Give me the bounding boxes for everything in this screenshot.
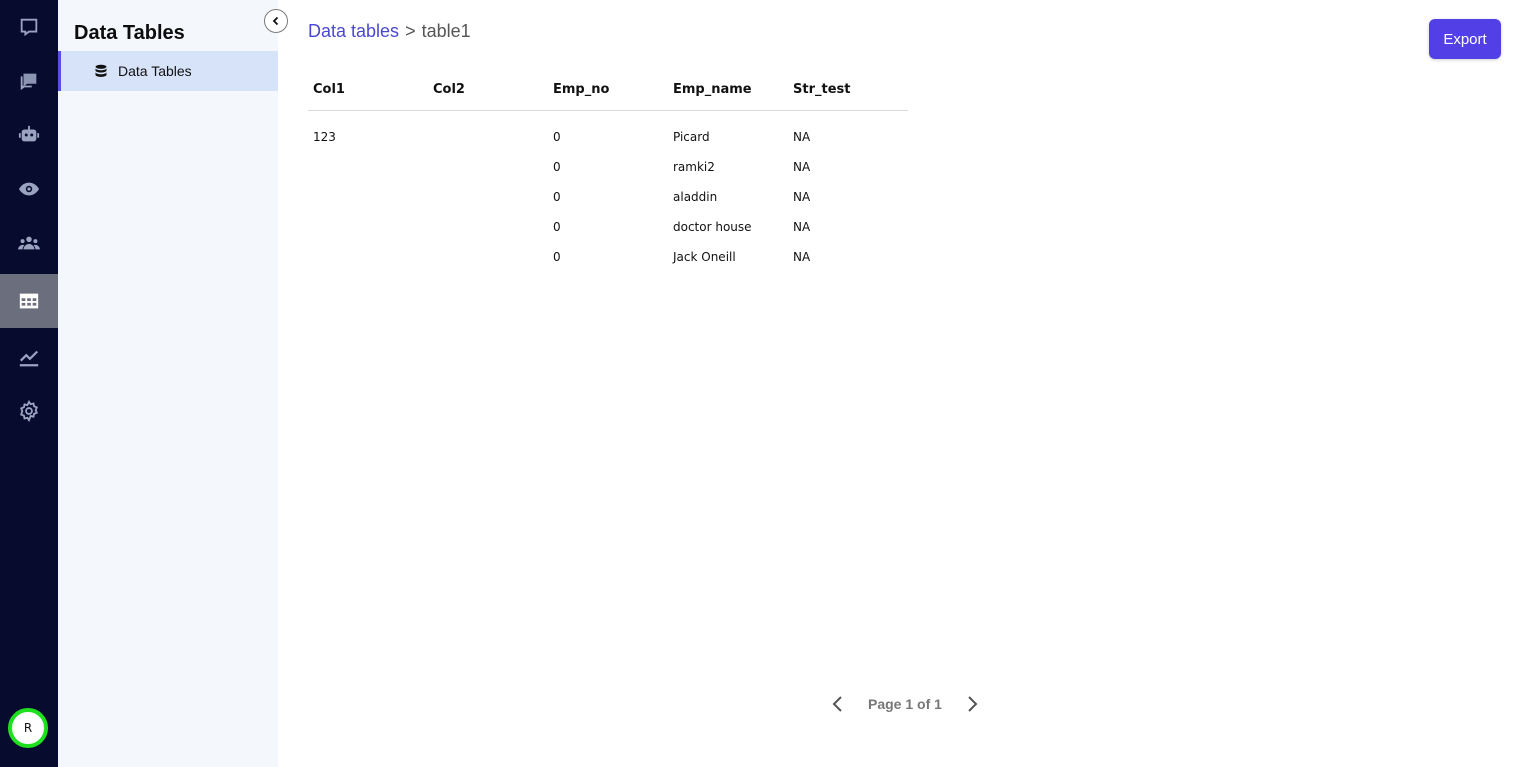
breadcrumb-current: table1 (421, 21, 471, 41)
next-page-button[interactable] (960, 692, 984, 716)
rail-item-analytics[interactable] (0, 330, 58, 384)
table-cell: 0 (553, 130, 561, 145)
column-header: Col1 (308, 70, 428, 111)
column-header: Emp_no (548, 70, 668, 111)
rail-item-monitor[interactable] (0, 162, 58, 216)
rail-item-home[interactable] (0, 0, 58, 54)
table-cell: NA (793, 160, 811, 174)
table-cell (308, 182, 428, 212)
table-cell: NA (793, 190, 811, 204)
table-cell: Picard (673, 130, 710, 145)
table-cell: 0 (553, 250, 561, 264)
table-cell: 123 (313, 130, 336, 145)
table-cell (308, 242, 428, 272)
table-cell (428, 242, 548, 272)
chevron-left-icon (832, 696, 842, 712)
page-indicator: Page 1 of 1 (868, 696, 942, 712)
breadcrumb-root-link[interactable]: Data tables (308, 21, 399, 42)
sidebar: Data Tables Data Tables (58, 0, 288, 767)
table-cell: 0 (553, 190, 561, 204)
table-row: 0 aladdin NA (308, 182, 908, 212)
table-cell: ramki2 (673, 160, 715, 174)
previous-page-button[interactable] (826, 692, 850, 716)
chat-icon (20, 73, 37, 91)
table-cell: doctor house (673, 220, 752, 234)
table-row: 123 0 Picard NA (308, 110, 908, 152)
column-header: Col2 (428, 70, 548, 111)
table-row: 0 ramki2 NA (308, 152, 908, 182)
users-icon (18, 236, 40, 250)
table-header-row: Col1 Col2 Emp_no Emp_name Str_test (308, 70, 908, 111)
breadcrumb: Data tables > table1 (308, 21, 471, 42)
table-cell (428, 182, 548, 212)
breadcrumb-separator: > (405, 21, 416, 41)
sidebar-item-label: Data Tables (118, 63, 192, 79)
table-cell: 0 (553, 220, 561, 234)
table-cell (308, 212, 428, 242)
collapse-sidebar-button[interactable] (264, 9, 288, 33)
avatar-initial: R (23, 721, 33, 735)
app-root: R Data Tables Data Tables Data tables > … (0, 0, 1528, 767)
sidebar-item-data-tables[interactable]: Data Tables (58, 51, 278, 91)
table-cell: aladdin (673, 190, 718, 204)
table-cell (428, 152, 548, 182)
table-row: 0 doctor house NA (308, 212, 908, 242)
table-cell (308, 152, 428, 182)
chart-icon (19, 350, 39, 367)
logo-icon (20, 18, 38, 37)
gear-icon (20, 400, 38, 422)
table-cell: Jack Oneill (673, 250, 736, 264)
user-avatar[interactable]: R (8, 708, 48, 748)
column-header: Emp_name (668, 70, 788, 111)
export-button[interactable]: Export (1429, 19, 1501, 59)
chevron-left-icon (272, 16, 279, 26)
icon-rail: R (0, 0, 58, 767)
rail-item-bots[interactable] (0, 108, 58, 162)
rail-item-users[interactable] (0, 216, 58, 270)
chevron-right-icon (968, 696, 978, 712)
data-table: Col1 Col2 Emp_no Emp_name Str_test 123 0… (308, 70, 908, 272)
database-icon (95, 64, 107, 77)
table-cell: NA (793, 250, 811, 264)
table-row: 0 Jack Oneill NA (308, 242, 908, 272)
eye-icon (18, 182, 40, 196)
pagination: Page 1 of 1 (826, 692, 984, 716)
table-cell: 0 (553, 160, 561, 174)
table-cell: NA (793, 220, 811, 234)
table-cell (428, 110, 548, 152)
rail-item-settings[interactable] (0, 384, 58, 438)
table-icon (19, 293, 39, 309)
table-cell (428, 212, 548, 242)
sidebar-title: Data Tables (74, 22, 185, 44)
rail-item-chats[interactable] (0, 54, 58, 108)
rail-item-data-tables[interactable] (0, 274, 58, 328)
column-header: Str_test (788, 70, 908, 111)
robot-icon (18, 125, 40, 142)
table-cell: NA (793, 130, 811, 145)
